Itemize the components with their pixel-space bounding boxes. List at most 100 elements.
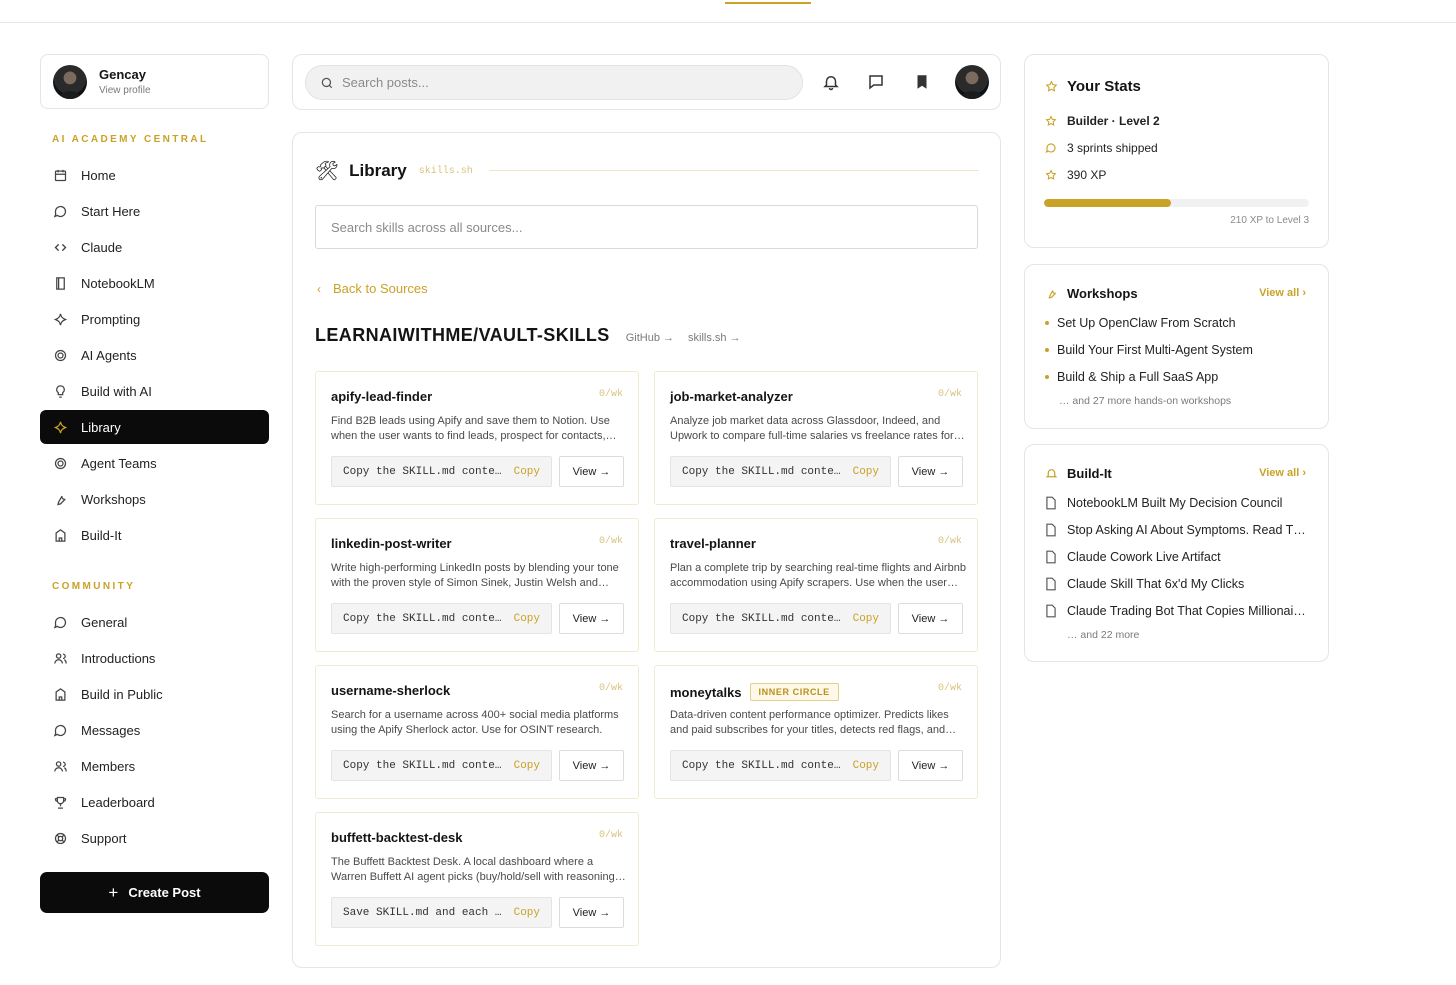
sidebar-item-label: Build with AI [81,383,152,399]
sidebar-item-build-in-public[interactable]: Build in Public [40,677,269,711]
view-button[interactable]: View → [559,456,624,487]
header-avatar[interactable] [955,65,989,99]
sidebar-item-prompting[interactable]: Prompting [40,302,269,336]
copy-button[interactable]: Copy [514,466,540,478]
sidebar-item-build-with-ai[interactable]: Build with AI [40,374,269,408]
sidebar-item-home[interactable]: Home [40,158,269,192]
sidebar-item-notebooklm[interactable]: NotebookLM [40,266,269,300]
sidebar-item-workshops[interactable]: Workshops [40,482,269,516]
sidebar-item-introductions[interactable]: Introductions [40,641,269,675]
skill-command: Copy the SKILL.md contents [682,759,842,772]
sidebar-item-ai-agents[interactable]: AI Agents [40,338,269,372]
skill-weekly-rate: 0/wk [598,683,623,694]
search-input[interactable] [342,75,762,90]
bullet-dot [1045,375,1049,379]
chat-bubble-icon [1045,142,1059,154]
workshops-view-all-link[interactable]: View all › [1259,287,1306,299]
sidebar-item-label: Start Here [81,203,141,219]
view-button[interactable]: View → [898,603,963,634]
sidebar-item-members[interactable]: Members [40,749,269,783]
skill-card[interactable]: job-market-analyzer 0/wk Analyze job marke… [654,371,978,505]
copy-button[interactable]: Copy [853,613,879,625]
lightbulb-icon [52,383,68,399]
sidebar-item-build-it[interactable]: Build-It [40,518,269,552]
avatar [53,64,87,99]
view-button[interactable]: View → [559,897,624,928]
xp-progress-fill [1044,199,1172,207]
sidebar-item-claude[interactable]: Claude [40,230,269,264]
view-button[interactable]: View → [559,603,624,634]
xp-note: 210 XP to Level 3 [1230,215,1309,226]
copy-button[interactable]: Copy [514,907,540,919]
skill-command: Copy the SKILL.md contents [343,612,503,625]
skill-card[interactable]: apify-lead-finder 0/wk Find B2B leads usin… [315,371,639,505]
skill-command: Copy the SKILL.md contents [682,612,842,625]
create-post-label: Create Post [128,885,201,900]
skill-name: username-sherlock [331,683,451,698]
stats-sprints: 3 sprints shipped [1067,141,1158,155]
stats-title: Your Stats [1067,78,1141,95]
copy-button[interactable]: Copy [853,760,879,772]
document-icon [1045,550,1059,564]
bookmark-icon[interactable] [913,73,931,91]
sidebar-item-support[interactable]: Support [40,821,269,855]
workshop-item[interactable]: Build & Ship a Full SaaS App [1045,370,1218,384]
skill-weekly-rate: 0/wk [598,536,623,547]
copy-button[interactable]: Copy [514,613,540,625]
skill-card[interactable]: linkedin-post-writer 0/wk Write high-perfo… [315,518,639,652]
bullet-dot [1045,348,1049,352]
message-icon[interactable] [867,73,885,91]
skill-description: The Buffett Backtest Desk. A local dashb… [331,856,619,883]
buildit-item[interactable]: Claude Trading Bot That Copies Millionai… [1045,604,1307,618]
sidebar-item-label: Home [81,167,116,183]
repo-title: LEARNAIWITHME/VAULT-SKILLS [315,325,610,345]
sidebar-item-label: Build in Public [81,686,163,702]
skill-command-box: Copy the SKILL.md contents Copy [331,456,552,487]
create-post-button[interactable]: + Create Post [40,872,269,913]
skills-sh-link[interactable]: skills.sh → [688,332,741,344]
skill-card[interactable]: travel-planner 0/wk Plan a complete trip b… [654,518,978,652]
back-to-sources-link[interactable]: ‹ Back to Sources [317,281,428,296]
skill-card[interactable]: buffett-backtest-desk 0/wk The Buffett Bac… [315,812,639,946]
skill-command-box: Copy the SKILL.md contents Copy [331,603,552,634]
users-icon [52,758,68,774]
workshops-card: Workshops View all › Set Up OpenClaw Fro… [1024,264,1329,429]
skill-command: Copy the SKILL.md contents [343,465,503,478]
sidebar-item-start-here[interactable]: Start Here [40,194,269,228]
skill-name: travel-planner [670,536,756,551]
copy-button[interactable]: Copy [853,466,879,478]
document-icon [1045,496,1059,510]
skill-name-row: apify-lead-finder [331,389,432,404]
header-bar [292,54,1001,110]
profile-card[interactable]: Gencay View profile [40,54,269,109]
top-nav-bar [0,0,1456,23]
sidebar-item-label: Build-It [81,527,122,543]
copy-button[interactable]: Copy [514,760,540,772]
buildit-item[interactable]: Claude Skill That 6x'd My Clicks [1045,577,1307,591]
github-link[interactable]: GitHub → [626,332,674,344]
bell-icon[interactable] [822,73,840,91]
workshop-item[interactable]: Set Up OpenClaw From Scratch [1045,316,1236,330]
buildit-view-all-link[interactable]: View all › [1259,467,1306,479]
search-box[interactable] [305,65,803,100]
sidebar-item-leaderboard[interactable]: Leaderboard [40,785,269,819]
buildit-item[interactable]: Stop Asking AI About Symptoms. Read This [1045,523,1307,537]
view-button[interactable]: View → [559,750,624,781]
sidebar-item-library[interactable]: Library [40,410,269,444]
skill-card[interactable]: moneytalks INNER CIRCLE 0/wk Data-driven co… [654,665,978,799]
buildit-item[interactable]: NotebookLM Built My Decision Council [1045,496,1307,510]
target-icon [52,455,68,471]
sidebar-item-agent-teams[interactable]: Agent Teams [40,446,269,480]
sidebar-item-messages[interactable]: Messages [40,713,269,747]
skill-card[interactable]: username-sherlock 0/wk Search for a userna… [315,665,639,799]
sidebar-item-general[interactable]: General [40,605,269,639]
skill-name-row: buffett-backtest-desk [331,830,462,845]
workshop-item[interactable]: Build Your First Multi-Agent System [1045,343,1253,357]
view-button[interactable]: View → [898,456,963,487]
skill-search-input[interactable] [315,205,978,249]
stats-card: Your Stats Builder · Level 2 3 sprints s… [1024,54,1329,248]
view-button[interactable]: View → [898,750,963,781]
view-profile-link[interactable]: View profile [99,85,151,96]
buildit-item[interactable]: Claude Cowork Live Artifact [1045,550,1307,564]
chat-bubble-icon [52,203,68,219]
